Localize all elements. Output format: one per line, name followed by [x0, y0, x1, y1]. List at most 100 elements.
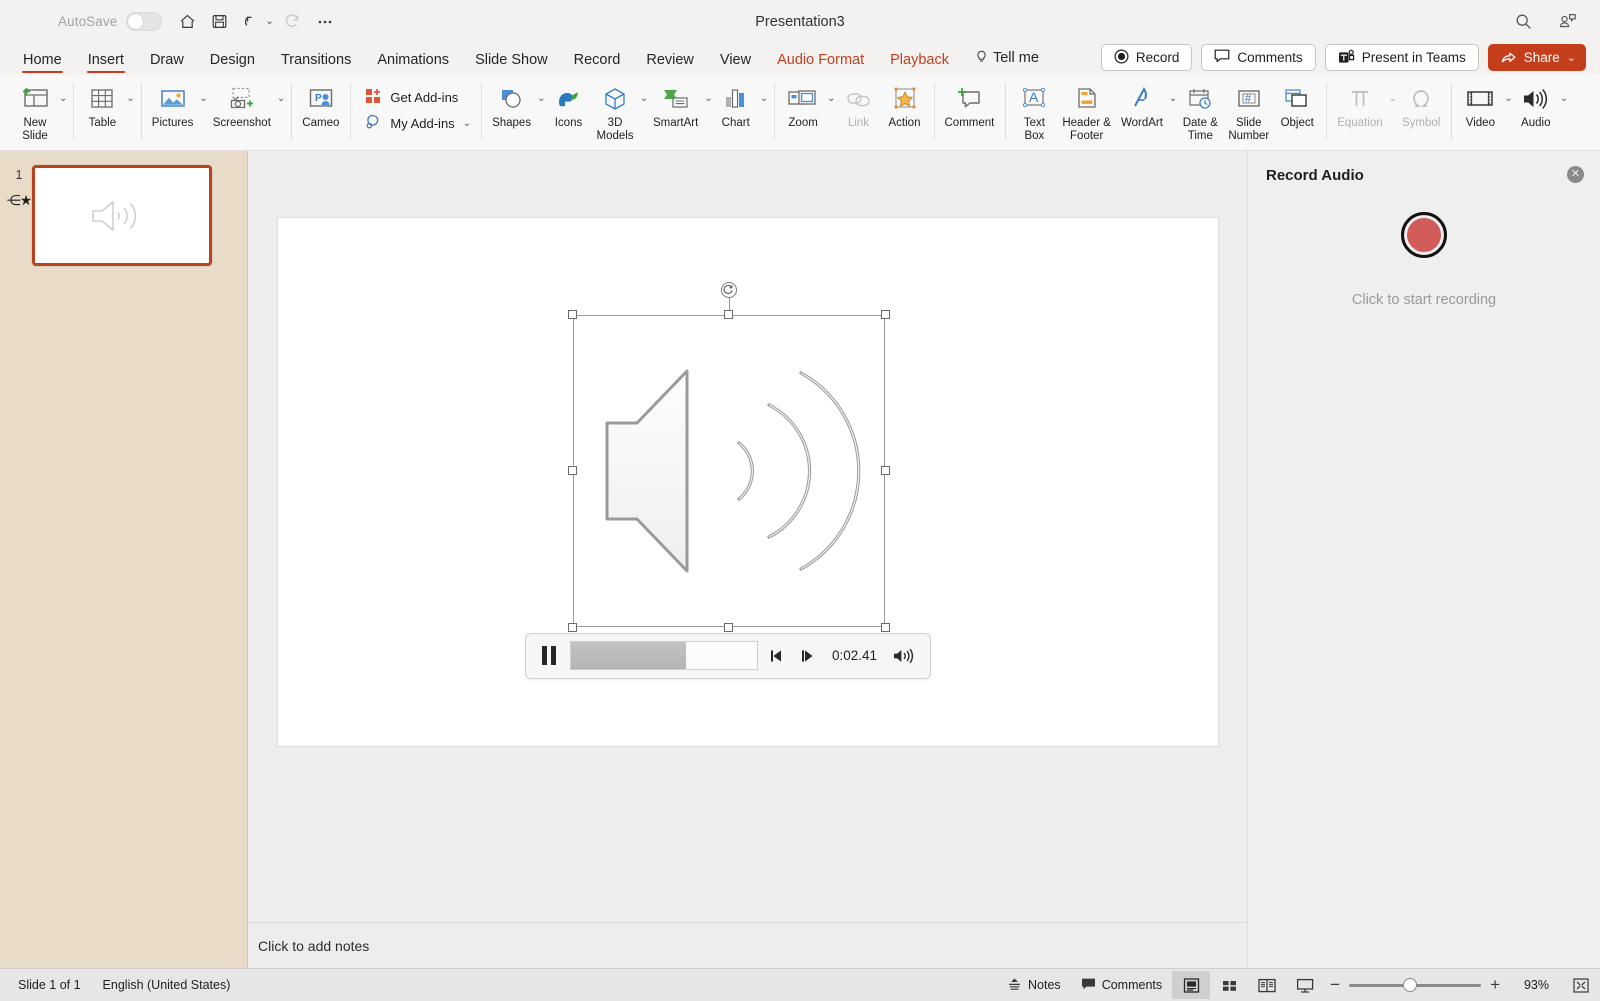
comments-status-button[interactable]: Comments — [1071, 971, 1172, 999]
icons-button[interactable]: Icons — [545, 79, 591, 130]
zoom-percent-label[interactable]: 93% — [1509, 978, 1549, 992]
volume-icon[interactable] — [892, 647, 918, 665]
tab-insert[interactable]: Insert — [75, 52, 137, 75]
playback-progress-bar[interactable] — [570, 641, 758, 670]
zoom-slider-knob[interactable] — [1403, 978, 1417, 992]
tab-audio-format[interactable]: Audio Format — [764, 52, 877, 75]
notes-placeholder[interactable]: Click to add notes — [258, 938, 369, 954]
video-chevron-down-icon[interactable]: ⌄ — [1504, 93, 1512, 104]
slide-show-view-button[interactable] — [1286, 971, 1324, 999]
3d-models-chevron-down-icon[interactable]: ⌄ — [640, 93, 648, 104]
resize-handle-ne[interactable] — [881, 310, 890, 319]
object-button[interactable]: Object — [1274, 79, 1320, 130]
language-label[interactable]: English (United States) — [103, 978, 231, 992]
link-button[interactable]: Link — [836, 79, 882, 130]
present-in-teams-button[interactable]: Present in Teams — [1325, 44, 1479, 71]
tab-animations[interactable]: Animations — [364, 52, 462, 75]
undo-dropdown-caret[interactable]: ⌄ — [265, 16, 273, 27]
symbol-button[interactable]: Symbol — [1397, 79, 1445, 130]
my-addins-chevron-down-icon[interactable]: ⌄ — [463, 118, 471, 129]
slide-number-button[interactable]: # Slide Number — [1223, 79, 1274, 142]
resize-handle-n[interactable] — [724, 310, 733, 319]
wordart-button[interactable]: WordArt — [1116, 79, 1168, 130]
tab-transitions[interactable]: Transitions — [268, 52, 364, 75]
fit-to-window-icon[interactable] — [1572, 977, 1590, 994]
pictures-button[interactable]: Pictures — [147, 79, 199, 130]
close-icon[interactable]: ✕ — [1567, 166, 1584, 183]
zoom-slider[interactable] — [1349, 978, 1481, 992]
3d-models-button[interactable]: 3D Models — [591, 79, 638, 142]
header-footer-button[interactable]: Header & Footer — [1057, 79, 1116, 142]
chart-button[interactable]: Chart — [713, 79, 759, 130]
pictures-chevron-down-icon[interactable]: ⌄ — [199, 93, 207, 104]
screenshot-chevron-down-icon[interactable]: ⌄ — [277, 93, 285, 104]
resize-handle-sw[interactable] — [568, 623, 577, 632]
zoom-out-button[interactable]: − — [1330, 975, 1340, 995]
resize-handle-w[interactable] — [568, 466, 577, 475]
step-forward-icon[interactable] — [798, 648, 818, 664]
record-button[interactable]: Record — [1101, 44, 1193, 71]
animation-star-icon[interactable]: ⋲★ — [7, 192, 32, 209]
resize-handle-e[interactable] — [881, 466, 890, 475]
new-slide-button[interactable]: New Slide — [12, 79, 58, 142]
redo-icon[interactable] — [278, 7, 308, 37]
equation-chevron-down-icon[interactable]: ⌄ — [1389, 93, 1397, 104]
zoom-in-button[interactable]: + — [1490, 975, 1500, 995]
tab-design[interactable]: Design — [197, 52, 268, 75]
new-slide-chevron-down-icon[interactable]: ⌄ — [59, 93, 67, 104]
tab-tell-me[interactable]: Tell me — [962, 50, 1052, 75]
date-time-button[interactable]: Date & Time — [1177, 79, 1223, 142]
save-icon[interactable] — [204, 7, 234, 37]
more-commands-icon[interactable] — [310, 7, 340, 37]
slide-canvas[interactable]: 0:02.41 — [278, 218, 1218, 746]
audio-player-bar[interactable]: 0:02.41 — [525, 633, 931, 679]
slide-thumbnail-1[interactable] — [32, 165, 212, 266]
smartart-chevron-down-icon[interactable]: ⌄ — [704, 93, 712, 104]
zoom-button[interactable]: Zoom — [780, 79, 826, 130]
video-button[interactable]: Video — [1457, 79, 1503, 130]
table-button[interactable]: Table — [79, 79, 125, 130]
search-icon[interactable] — [1508, 7, 1538, 37]
tab-view[interactable]: View — [707, 52, 764, 75]
tab-playback[interactable]: Playback — [877, 52, 962, 75]
get-addins-button[interactable]: Get Add-ins — [364, 87, 471, 108]
share-button[interactable]: Share ⌄ — [1488, 44, 1586, 71]
comments-button[interactable]: Comments — [1201, 44, 1315, 71]
home-icon[interactable] — [172, 7, 202, 37]
reading-view-button[interactable] — [1248, 971, 1286, 999]
wordart-chevron-down-icon[interactable]: ⌄ — [1169, 93, 1177, 104]
comment-button[interactable]: Comment — [940, 79, 1000, 130]
resize-handle-nw[interactable] — [568, 310, 577, 319]
zoom-chevron-down-icon[interactable]: ⌄ — [827, 93, 835, 104]
screenshot-button[interactable]: Screenshot — [208, 79, 276, 130]
notes-button[interactable]: Notes — [997, 971, 1071, 999]
autosave-toggle[interactable] — [126, 12, 162, 31]
resize-handle-s[interactable] — [724, 623, 733, 632]
audio-button[interactable]: Audio — [1513, 79, 1559, 130]
tab-slide-show[interactable]: Slide Show — [462, 52, 561, 75]
notes-pane[interactable]: Click to add notes — [248, 922, 1247, 968]
pause-icon[interactable] — [538, 646, 560, 665]
tab-record[interactable]: Record — [561, 52, 634, 75]
shapes-chevron-down-icon[interactable]: ⌄ — [537, 93, 545, 104]
resize-handle-se[interactable] — [881, 623, 890, 632]
text-box-button[interactable]: A Text Box — [1011, 79, 1057, 142]
smartart-button[interactable]: SmartArt — [648, 79, 703, 130]
shapes-button[interactable]: Shapes — [487, 79, 536, 130]
equation-button[interactable]: Equation — [1332, 79, 1387, 130]
undo-icon[interactable] — [236, 7, 266, 37]
rotate-handle[interactable] — [721, 282, 737, 298]
audio-chevron-down-icon[interactable]: ⌄ — [1560, 93, 1568, 104]
cameo-button[interactable]: P Cameo — [297, 79, 344, 130]
share-chevron-down-icon[interactable]: ⌄ — [1567, 51, 1576, 64]
slide-sorter-view-button[interactable] — [1210, 971, 1248, 999]
my-addins-button[interactable]: My Add-ins ⌄ — [364, 113, 471, 134]
tab-draw[interactable]: Draw — [137, 52, 197, 75]
collaborators-icon[interactable] — [1552, 7, 1582, 37]
table-chevron-down-icon[interactable]: ⌄ — [126, 93, 134, 104]
normal-view-button[interactable] — [1172, 971, 1210, 999]
record-audio-button[interactable] — [1401, 212, 1447, 258]
chart-chevron-down-icon[interactable]: ⌄ — [760, 93, 768, 104]
action-button[interactable]: Action — [882, 79, 928, 130]
selection-frame[interactable] — [573, 315, 885, 627]
